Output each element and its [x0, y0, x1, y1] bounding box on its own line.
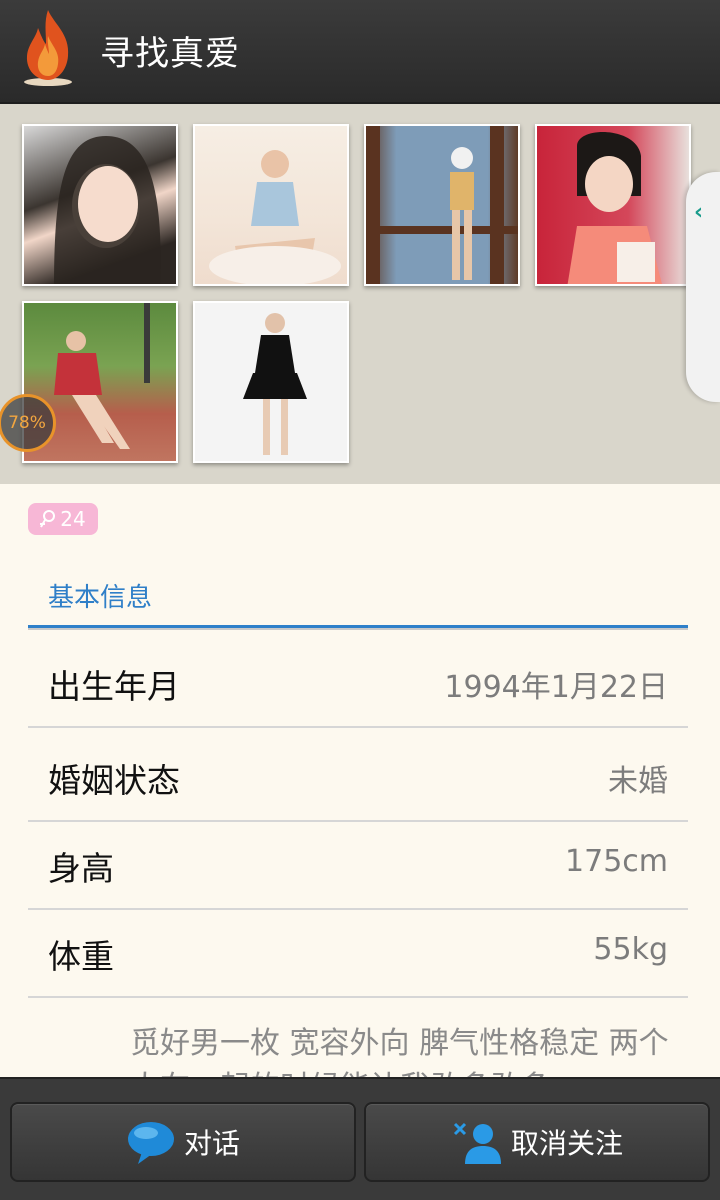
unfollow-button-label: 取消关注: [510, 1127, 623, 1160]
chat-button[interactable]: 对话: [10, 1102, 356, 1182]
profile-completion-indicator: 78%: [0, 394, 56, 452]
profile-photo-1[interactable]: [22, 124, 178, 286]
info-row-weight: 体重 55kg: [28, 910, 688, 998]
profile-photo-4[interactable]: [535, 124, 691, 286]
info-row-birthdate: 出生年月 1994年1月22日: [28, 640, 688, 728]
info-value: 175cm: [565, 844, 668, 879]
age-value: 24: [60, 507, 86, 531]
app-header: 寻找真爱: [0, 0, 720, 104]
info-value: 未婚: [608, 764, 668, 799]
flame-logo-icon: [24, 10, 72, 86]
profile-photo-2[interactable]: [193, 124, 349, 286]
info-label: 身高: [48, 849, 114, 888]
info-label: 婚姻状态: [48, 761, 180, 800]
side-drawer-tab[interactable]: ‹: [686, 172, 720, 402]
age-badge: 24: [28, 503, 98, 535]
chat-button-label: 对话: [183, 1127, 240, 1160]
profile-photo-3[interactable]: [364, 124, 520, 286]
section-underline: [28, 625, 688, 630]
info-label: 体重: [48, 937, 114, 976]
app-title: 寻找真爱: [100, 34, 240, 74]
bottom-action-bar: 对话 取消关注: [0, 1077, 720, 1200]
remove-user-icon: [453, 1122, 501, 1164]
profile-photo-6[interactable]: [193, 301, 349, 463]
info-row-marital-status: 婚姻状态 未婚: [28, 734, 688, 822]
info-label: 出生年月: [48, 667, 180, 706]
unfollow-button[interactable]: 取消关注: [364, 1102, 710, 1182]
chat-bubble-icon: [127, 1122, 174, 1164]
section-title-basic-info[interactable]: 基本信息: [48, 577, 152, 614]
female-gender-icon: [40, 510, 56, 528]
info-value: 1994年1月22日: [444, 670, 668, 705]
photo-gallery: ‹ 78%: [0, 104, 720, 484]
chevron-left-icon: ‹: [694, 200, 704, 225]
completion-percent: 78%: [8, 413, 46, 433]
info-row-height: 身高 175cm: [28, 822, 688, 910]
info-value: 55kg: [593, 932, 668, 967]
